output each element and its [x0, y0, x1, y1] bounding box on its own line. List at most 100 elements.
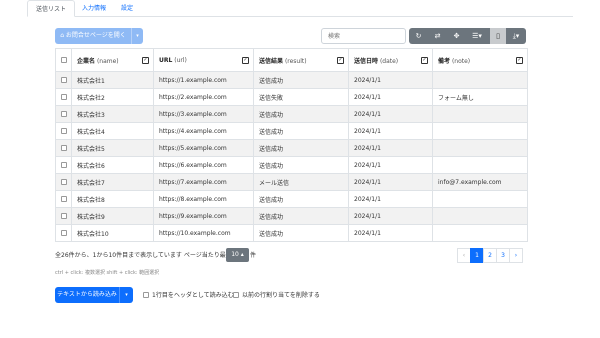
company-name-cell[interactable]: 株式会社3 — [71, 105, 154, 123]
note-cell[interactable] — [432, 224, 528, 242]
date-cell[interactable]: 2024/1/1 — [348, 105, 433, 123]
note-cell[interactable] — [432, 105, 528, 123]
company-name-cell[interactable]: 株式会社6 — [71, 156, 154, 174]
select-all-cell[interactable] — [55, 48, 72, 72]
url-cell[interactable]: https://8.example.com — [153, 190, 254, 208]
fullscreen-button[interactable]: ✥ — [447, 28, 466, 44]
result-cell[interactable]: 送信成功 — [253, 190, 349, 208]
result-cell[interactable]: 送信成功 — [253, 207, 349, 225]
load-from-text-dropdown-toggle[interactable]: ▾ — [119, 287, 133, 303]
url-cell[interactable]: https://6.example.com — [153, 156, 254, 174]
load-from-text-button[interactable]: テキストから読み込み ▾ — [55, 287, 133, 303]
result-cell[interactable]: メール送信 — [253, 173, 349, 191]
column-header-url[interactable]: URL (url) ✓ — [153, 48, 254, 72]
page-2-button[interactable]: 2 — [483, 248, 497, 263]
tab-send-list[interactable]: 送信リスト — [27, 0, 76, 17]
result-cell[interactable]: 送信成功 — [253, 224, 349, 242]
row-select-cell[interactable] — [55, 207, 72, 225]
row-checkbox[interactable] — [60, 145, 67, 151]
table-row[interactable]: 株式会社10 https://10.example.com 送信成功 2024/1/1 — [55, 224, 528, 242]
note-cell[interactable] — [432, 122, 528, 140]
search-input[interactable] — [321, 28, 406, 44]
open-inquiry-dropdown-toggle[interactable]: ▾ — [131, 28, 143, 44]
note-cell[interactable]: info@7.example.com — [432, 173, 528, 191]
row-checkbox[interactable] — [60, 77, 67, 83]
note-cell[interactable] — [432, 139, 528, 157]
page-1-button[interactable]: 1 — [470, 248, 484, 263]
row-select-cell[interactable] — [55, 224, 72, 242]
table-row[interactable]: 株式会社5 https://5.example.com 送信成功 2024/1/1 — [55, 139, 528, 157]
table-row[interactable]: 株式会社9 https://9.example.com 送信成功 2024/1/1 — [55, 207, 528, 225]
company-name-cell[interactable]: 株式会社5 — [71, 139, 154, 157]
row-checkbox[interactable] — [60, 111, 67, 117]
date-cell[interactable]: 2024/1/1 — [348, 224, 433, 242]
result-cell[interactable]: 送信成功 — [253, 71, 349, 89]
header-row-checkbox[interactable] — [143, 292, 149, 298]
clipboard-button[interactable]: ▯ — [490, 28, 506, 44]
company-name-cell[interactable]: 株式会社7 — [71, 173, 154, 191]
note-cell[interactable]: フォーム無し — [432, 88, 528, 106]
column-visible-checkbox[interactable]: ✓ — [142, 57, 149, 64]
result-cell[interactable]: 送信成功 — [253, 122, 349, 140]
date-cell[interactable]: 2024/1/1 — [348, 190, 433, 208]
open-inquiry-page-main[interactable]: ⌂ お問合せページを開く — [55, 28, 131, 44]
row-checkbox[interactable] — [60, 128, 67, 134]
clear-assignment-checkbox[interactable] — [233, 292, 239, 298]
row-select-cell[interactable] — [55, 190, 72, 208]
date-cell[interactable]: 2024/1/1 — [348, 71, 433, 89]
row-checkbox[interactable] — [60, 94, 67, 100]
columns-button[interactable]: ☰▾ — [466, 28, 488, 44]
table-row[interactable]: 株式会社8 https://8.example.com 送信成功 2024/1/1 — [55, 190, 528, 208]
row-select-cell[interactable] — [55, 139, 72, 157]
url-cell[interactable]: https://3.example.com — [153, 105, 254, 123]
column-visible-checkbox[interactable]: ✓ — [516, 57, 523, 64]
table-row[interactable]: 株式会社6 https://6.example.com 送信成功 2024/1/1 — [55, 156, 528, 174]
row-checkbox[interactable] — [60, 162, 67, 168]
row-checkbox[interactable] — [60, 179, 67, 185]
tab-input-info[interactable]: 入力情報 — [82, 0, 106, 17]
url-cell[interactable]: https://7.example.com — [153, 173, 254, 191]
next-page-button[interactable]: › — [509, 248, 523, 263]
company-name-cell[interactable]: 株式会社10 — [71, 224, 154, 242]
row-select-cell[interactable] — [55, 105, 72, 123]
url-cell[interactable]: https://9.example.com — [153, 207, 254, 225]
date-cell[interactable]: 2024/1/1 — [348, 88, 433, 106]
result-cell[interactable]: 送信失敗 — [253, 88, 349, 106]
url-cell[interactable]: https://5.example.com — [153, 139, 254, 157]
note-cell[interactable] — [432, 190, 528, 208]
row-checkbox[interactable] — [60, 230, 67, 236]
result-cell[interactable]: 送信成功 — [253, 105, 349, 123]
date-cell[interactable]: 2024/1/1 — [348, 207, 433, 225]
column-header-date[interactable]: 送信日時 (date) ✓ — [348, 48, 433, 72]
company-name-cell[interactable]: 株式会社1 — [71, 71, 154, 89]
url-cell[interactable]: https://4.example.com — [153, 122, 254, 140]
row-checkbox[interactable] — [60, 213, 67, 219]
note-cell[interactable] — [432, 156, 528, 174]
result-cell[interactable]: 送信成功 — [253, 156, 349, 174]
url-cell[interactable]: https://1.example.com — [153, 71, 254, 89]
row-select-cell[interactable] — [55, 71, 72, 89]
column-visible-checkbox[interactable]: ✓ — [421, 57, 428, 64]
export-button[interactable]: ⤓▾ — [506, 28, 526, 44]
url-cell[interactable]: https://10.example.com — [153, 224, 254, 242]
column-header-name[interactable]: 企業名 (name) ✓ — [71, 48, 154, 72]
company-name-cell[interactable]: 株式会社8 — [71, 190, 154, 208]
option-clear-assignment[interactable]: 以前の行割り当てを削除する — [233, 292, 320, 299]
prev-page-button[interactable]: ‹ — [457, 248, 471, 263]
select-all-checkbox[interactable] — [60, 57, 67, 63]
column-visible-checkbox[interactable]: ✓ — [242, 57, 249, 64]
column-visible-checkbox[interactable]: ✓ — [337, 57, 344, 64]
refresh-button[interactable]: ↻ — [409, 28, 428, 44]
date-cell[interactable]: 2024/1/1 — [348, 122, 433, 140]
table-row[interactable]: 株式会社1 https://1.example.com 送信成功 2024/1/1 — [55, 71, 528, 89]
date-cell[interactable]: 2024/1/1 — [348, 139, 433, 157]
note-cell[interactable] — [432, 207, 528, 225]
result-cell[interactable]: 送信成功 — [253, 139, 349, 157]
row-select-cell[interactable] — [55, 122, 72, 140]
company-name-cell[interactable]: 株式会社2 — [71, 88, 154, 106]
row-select-cell[interactable] — [55, 173, 72, 191]
load-from-text-label[interactable]: テキストから読み込み — [55, 287, 119, 303]
tab-settings[interactable]: 設定 — [121, 0, 133, 17]
toggle-view-button[interactable]: ⇄ — [428, 28, 447, 44]
company-name-cell[interactable]: 株式会社9 — [71, 207, 154, 225]
